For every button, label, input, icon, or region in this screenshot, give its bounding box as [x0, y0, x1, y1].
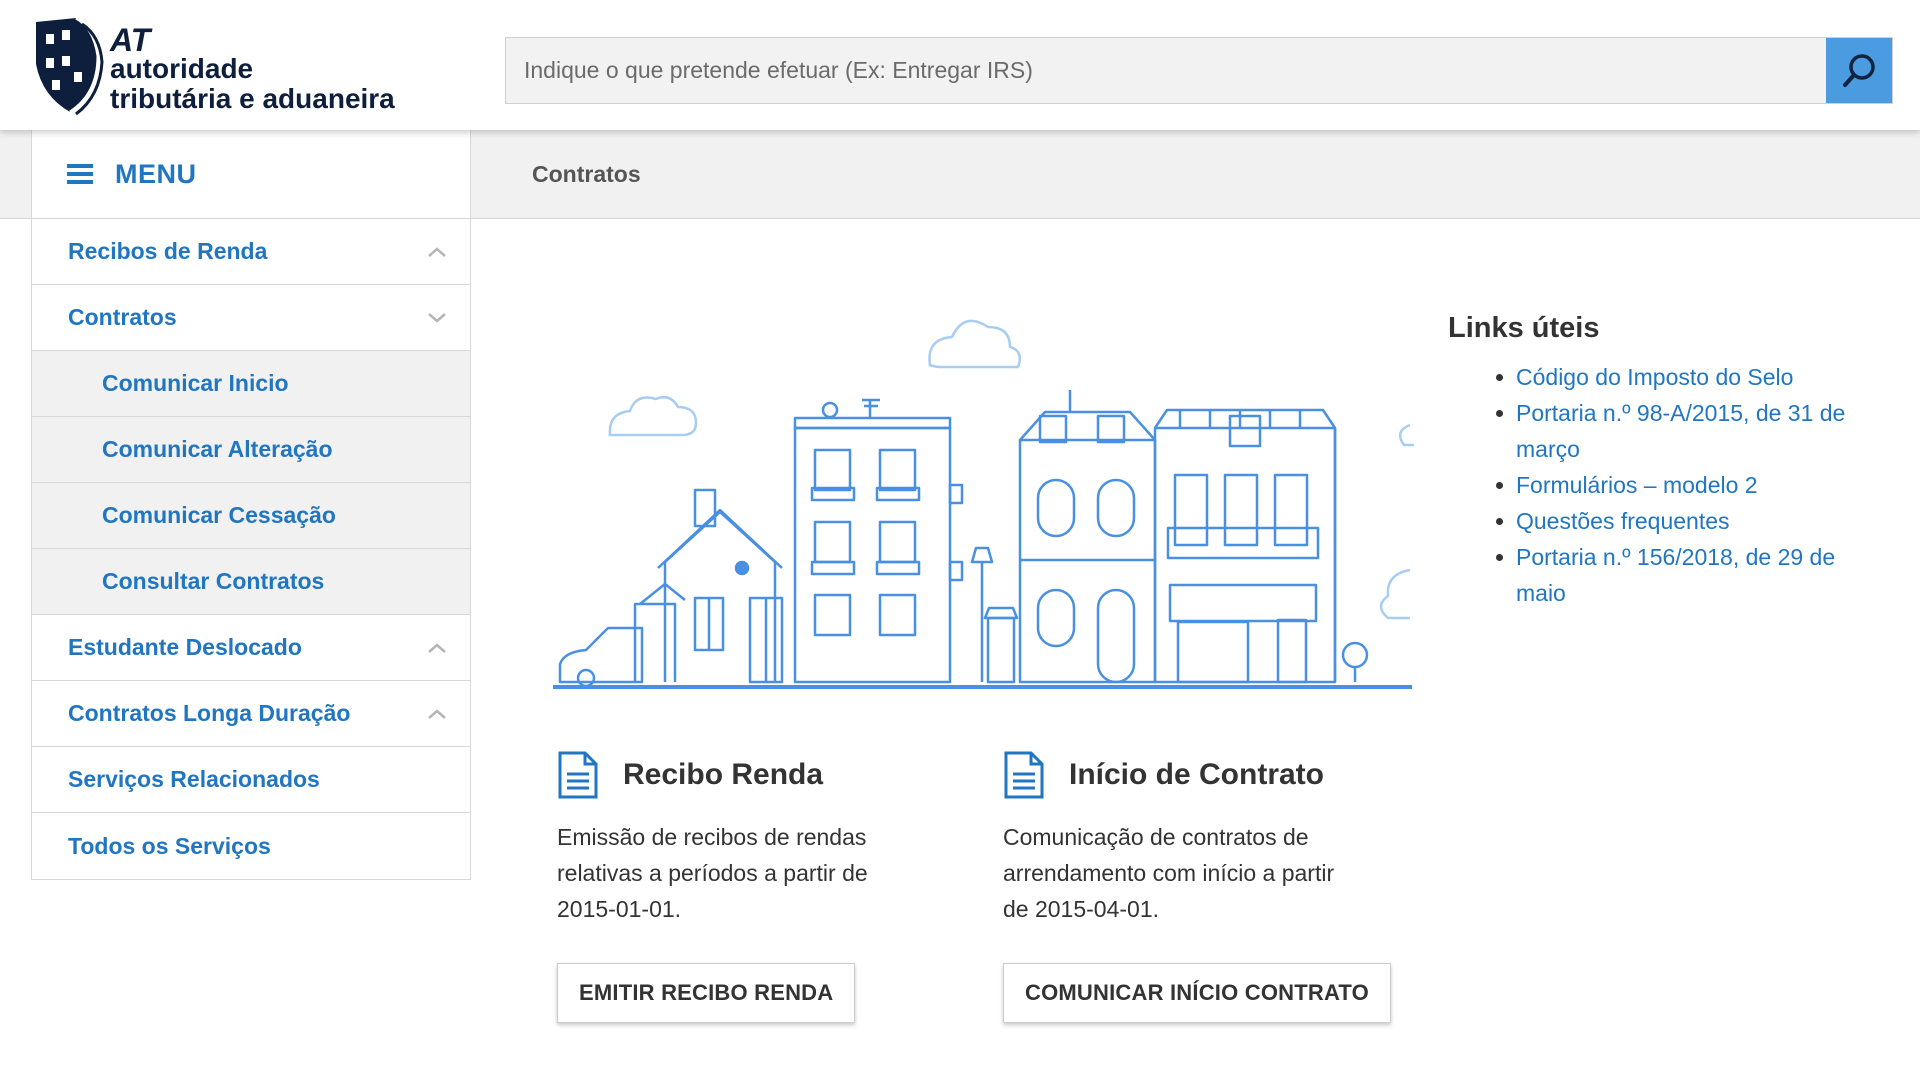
sidebar-item-label: Comunicar Inicio — [102, 370, 289, 396]
card-title: Início de Contrato — [1069, 758, 1324, 791]
sidebar-item-contratos[interactable]: Contratos — [32, 285, 470, 351]
card-recibo-renda: Recibo Renda Emissão de recibos de renda… — [557, 745, 957, 1023]
sidebar-item-comunicar-cessacao[interactable]: Comunicar Cessação — [32, 483, 470, 549]
links-title: Links úteis — [1448, 312, 1600, 344]
search-bar — [505, 37, 1893, 104]
search-icon — [1843, 53, 1875, 87]
chevron-up-icon — [426, 703, 448, 725]
card-description: Comunicação de contratos de arrendamento… — [1003, 824, 1335, 922]
houses-illustration — [553, 319, 1414, 689]
sidebar-item-comunicar-alteracao[interactable]: Comunicar Alteração — [32, 417, 470, 483]
sidebar-item-contratos-longa-duracao[interactable]: Contratos Longa Duração — [32, 681, 470, 747]
sidebar-item-todos-os-servicos[interactable]: Todos os Serviços — [32, 813, 470, 879]
document-icon — [1004, 751, 1044, 799]
card-header: Recibo Renda — [557, 745, 957, 805]
link-item: Portaria n.º 156/2018, de 29 de maio — [1496, 539, 1888, 611]
card-description: Emissão de recibos de rendas relativas a… — [557, 824, 868, 922]
sidebar-item-comunicar-inicio[interactable]: Comunicar Inicio — [32, 351, 470, 417]
at-logo[interactable]: AT autoridade tributária e aduaneira — [32, 16, 412, 120]
link-codigo-imposto-selo[interactable]: Código do Imposto do Selo — [1516, 364, 1793, 390]
emitir-recibo-renda-button[interactable]: EMITIR RECIBO RENDA — [557, 963, 856, 1023]
comunicar-inicio-contrato-button[interactable]: COMUNICAR INÍCIO CONTRATO — [1003, 963, 1391, 1023]
link-item: Formulários – modelo 2 — [1496, 467, 1888, 503]
card-inicio-contrato: Início de Contrato Comunicação de contra… — [1003, 745, 1403, 1023]
card-title: Recibo Renda — [623, 758, 824, 791]
document-icon — [558, 751, 598, 799]
link-item: Portaria n.º 98-A/2015, de 31 de março — [1496, 395, 1888, 467]
hamburger-icon — [67, 164, 93, 184]
logo-line-2: autoridade — [110, 53, 254, 84]
link-questoes-frequentes[interactable]: Questões frequentes — [1516, 508, 1730, 534]
breadcrumb: Contratos — [532, 161, 641, 187]
search-input[interactable] — [506, 38, 1828, 103]
sidebar-item-label: Recibos de Renda — [68, 238, 268, 264]
shield-logo-icon — [36, 16, 104, 116]
sidebar-item-servicos-relacionados[interactable]: Serviços Relacionados — [32, 747, 470, 813]
sidebar-item-label: Contratos Longa Duração — [68, 700, 351, 726]
sidebar-item-label: Estudante Deslocado — [68, 634, 302, 660]
sidebar-item-recibos-de-renda[interactable]: Recibos de Renda — [32, 219, 470, 285]
logo-line-3: tributária e aduaneira — [110, 83, 395, 114]
search-button[interactable] — [1826, 38, 1892, 103]
sidebar-item-consultar-contratos[interactable]: Consultar Contratos — [32, 549, 470, 615]
logo-at: AT — [110, 22, 151, 58]
sidebar-item-label: Consultar Contratos — [102, 568, 325, 594]
sidebar-item-label: Comunicar Cessação — [102, 502, 336, 528]
chevron-down-icon — [426, 307, 448, 329]
sidebar-item-label: Comunicar Alteração — [102, 436, 333, 462]
sidebar-item-estudante-deslocado[interactable]: Estudante Deslocado — [32, 615, 470, 681]
logo-text: AT autoridade tributária e aduaneira — [110, 22, 395, 114]
useful-links: Links úteis Código do Imposto do Selo Po… — [1448, 312, 1888, 611]
sidebar-item-label: Serviços Relacionados — [68, 766, 320, 792]
sidebar-item-label: Contratos — [68, 304, 177, 330]
link-portaria-156-2018[interactable]: Portaria n.º 156/2018, de 29 de maio — [1516, 544, 1835, 606]
sidebar: Recibos de Renda Contratos Comunicar Ini… — [31, 219, 471, 880]
menu-button[interactable]: MENU — [31, 130, 471, 219]
menu-label: MENU — [115, 158, 197, 189]
header: AT autoridade tributária e aduaneira — [0, 0, 1920, 130]
card-header: Início de Contrato — [1003, 745, 1403, 805]
link-formularios-modelo-2[interactable]: Formulários – modelo 2 — [1516, 472, 1758, 498]
link-item: Questões frequentes — [1496, 503, 1888, 539]
link-portaria-98a-2015[interactable]: Portaria n.º 98-A/2015, de 31 de março — [1516, 400, 1845, 462]
chevron-up-icon — [426, 241, 448, 263]
sidebar-item-label: Todos os Serviços — [68, 832, 271, 859]
link-item: Código do Imposto do Selo — [1496, 359, 1888, 395]
links-list: Código do Imposto do Selo Portaria n.º 9… — [1448, 359, 1888, 611]
chevron-up-icon — [426, 637, 448, 659]
